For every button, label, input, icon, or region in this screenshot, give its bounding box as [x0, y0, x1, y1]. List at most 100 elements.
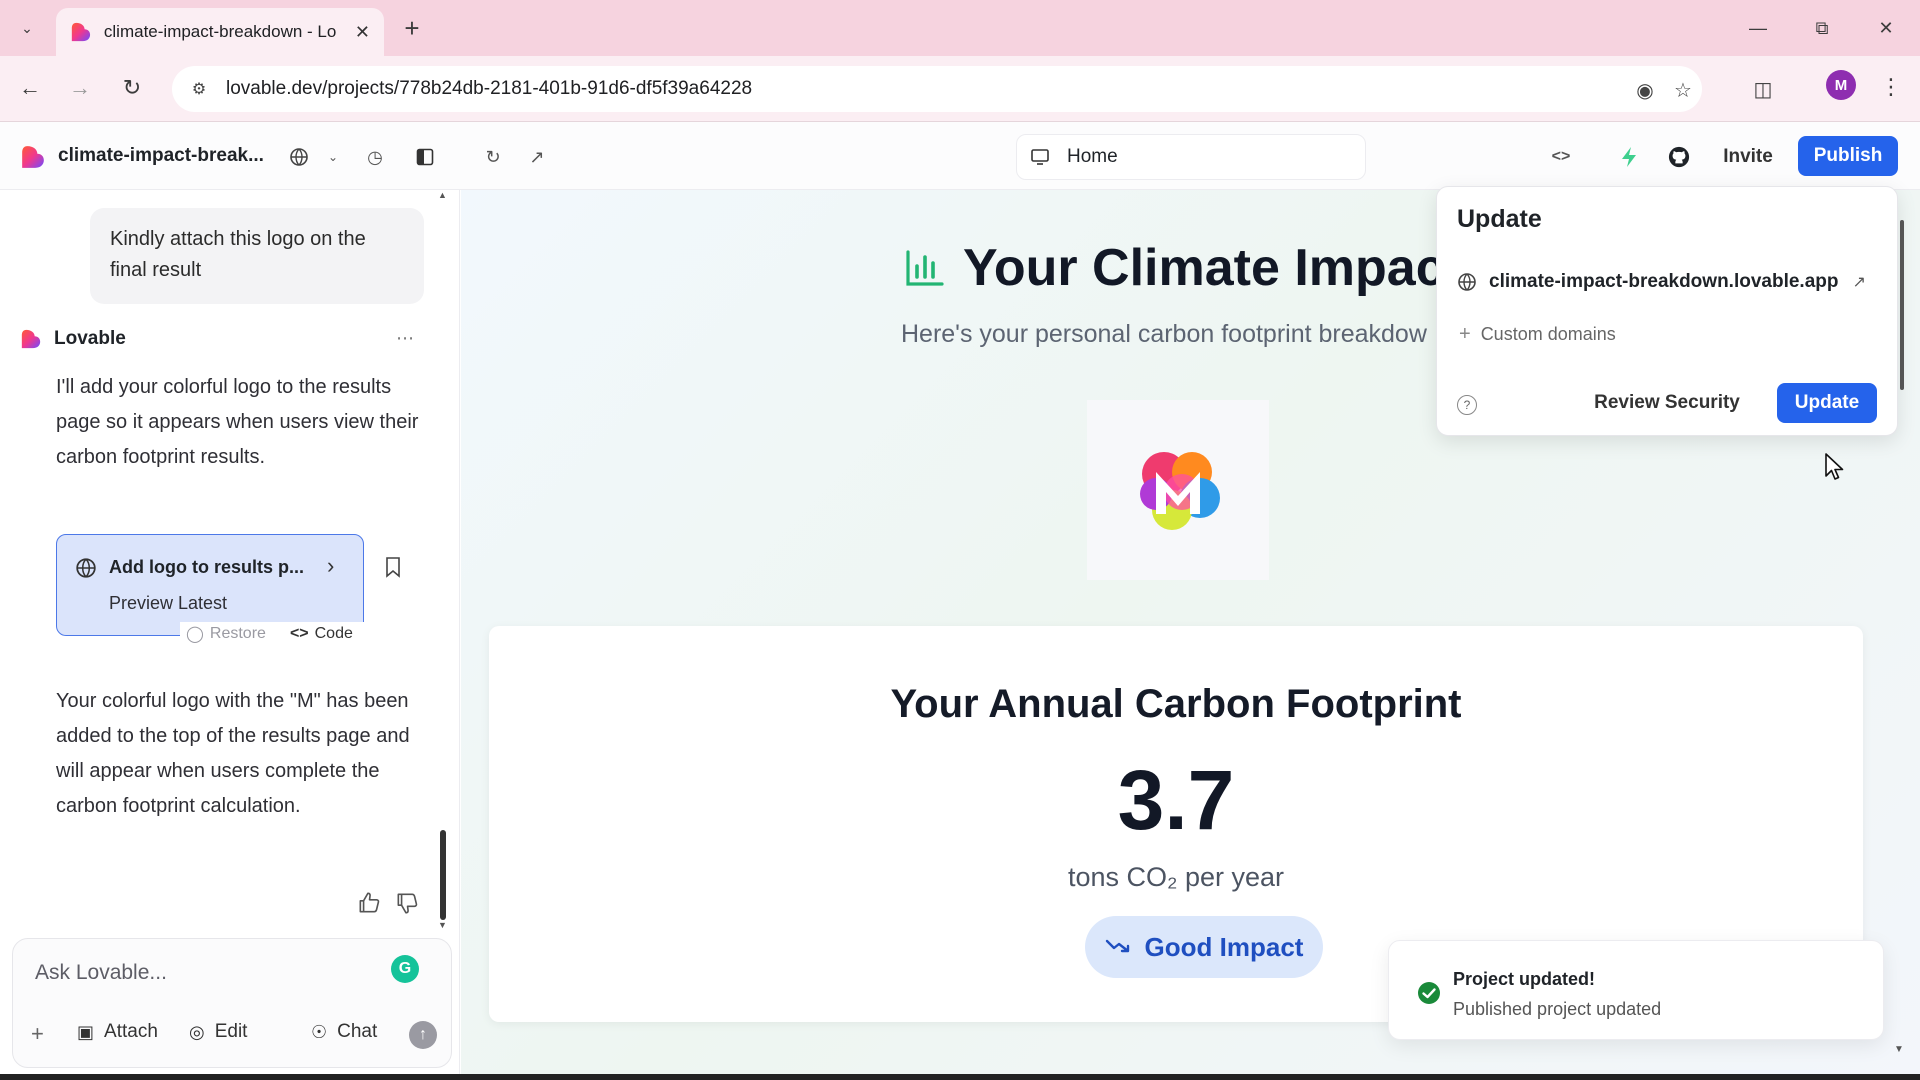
page-subtitle: Here's your personal carbon footprint br… [901, 320, 1427, 348]
assistant-name: Lovable [54, 328, 126, 349]
browser-menu-icon[interactable]: ⋮ [1876, 70, 1906, 104]
taskbar-edge [0, 1074, 1920, 1080]
chat-label: Chat [337, 1021, 378, 1042]
extensions-icon[interactable]: ◫ [1750, 76, 1776, 102]
preview-scrollbar[interactable] [1900, 220, 1904, 390]
footprint-value: 3.7 [1117, 753, 1235, 847]
check-circle-icon [1418, 982, 1440, 1004]
close-window-icon[interactable]: ✕ [1868, 10, 1904, 46]
project-name[interactable]: climate-impact-break... [58, 145, 264, 167]
code-view-icon[interactable]: <> [1546, 142, 1576, 172]
uploaded-logo [1087, 400, 1269, 580]
edit-label: Edit [214, 1021, 248, 1042]
monitor-icon [1031, 149, 1049, 165]
globe-icon [1458, 273, 1476, 291]
bookmark-icon[interactable] [384, 556, 402, 578]
help-icon[interactable]: ? [1457, 395, 1477, 415]
supabase-bolt-icon[interactable] [1614, 142, 1644, 172]
reload-icon[interactable]: ↻ [114, 70, 150, 106]
version-actions: ◯ Restore <> Code [180, 622, 383, 646]
preview-scroll-down-arrow[interactable]: ▼ [1894, 1044, 1904, 1055]
minimize-icon[interactable]: — [1740, 10, 1776, 46]
toast-description: Published project updated [1453, 999, 1662, 1019]
history-icon[interactable]: ◷ [360, 142, 390, 172]
custom-domains-label: Custom domains [1480, 324, 1616, 344]
profile-avatar[interactable]: M [1826, 70, 1856, 100]
popover-title: Update [1457, 205, 1542, 233]
assistant-message: I'll add your colorful logo to the resul… [56, 376, 419, 468]
scroll-down-arrow[interactable]: ▼ [438, 920, 447, 930]
assistant-message: Your colorful logo with the "M" has been… [56, 690, 410, 817]
code-button[interactable]: <> Code [290, 625, 353, 643]
bar-chart-icon [906, 250, 944, 286]
ask-input[interactable] [35, 955, 375, 991]
invite-button[interactable]: Invite [1704, 138, 1792, 176]
app-header: climate-impact-break... ⌄ ◷ ↻ ↗ Home <> … [0, 122, 1920, 190]
address-toolbar: ← → ↻ ⚙ lovable.dev/projects/778b24db-21… [0, 56, 1920, 122]
chat-scrollbar[interactable] [440, 830, 446, 920]
lightbulb-icon: ☉ [311, 1021, 328, 1042]
globe-icon[interactable] [284, 142, 314, 172]
more-options-icon[interactable]: ⋯ [396, 328, 414, 349]
sidebar-toggle-icon[interactable] [410, 142, 440, 172]
thumbs-down-icon[interactable] [394, 890, 420, 916]
back-icon[interactable]: ← [12, 70, 48, 106]
version-card[interactable]: Add logo to results p... › Preview Lates… [56, 534, 364, 636]
impact-label: Good Impact [1144, 931, 1304, 962]
url-text: lovable.dev/projects/778b24db-2181-401b-… [226, 78, 753, 99]
external-link-icon[interactable]: ↗ [1852, 272, 1865, 292]
published-domain-row[interactable]: climate-impact-breakdown.lovable.app ↗ [1457, 271, 1877, 293]
m-logo-image [1140, 452, 1220, 530]
assistant-header: Lovable [20, 328, 420, 350]
image-icon: ▣ [77, 1021, 95, 1042]
forward-icon[interactable]: → [62, 70, 98, 106]
chat-panel: Kindly attach this logo on the final res… [0, 190, 460, 1080]
chevron-right-icon[interactable]: › [327, 553, 334, 579]
eye-off-icon[interactable]: ◉ [1632, 77, 1658, 103]
lovable-avatar-icon [21, 329, 41, 349]
scroll-up-arrow[interactable]: ▲ [438, 190, 447, 200]
plus-icon: + [1459, 323, 1471, 345]
attach-button[interactable]: ▣ Attach [77, 1021, 158, 1043]
restore-window-icon[interactable]: ⧉ [1804, 10, 1840, 46]
publish-button[interactable]: Publish [1798, 136, 1898, 176]
bookmark-star-icon[interactable]: ☆ [1670, 77, 1696, 103]
omnibox[interactable]: ⚙ lovable.dev/projects/778b24db-2181-401… [172, 66, 1702, 112]
send-icon[interactable]: ↑ [409, 1021, 437, 1049]
chevron-down-icon[interactable]: ⌄ [318, 142, 348, 172]
toast-title: Project updated! [1453, 969, 1596, 989]
page-selector-label: Home [1067, 146, 1118, 167]
tab-close-icon[interactable]: ✕ [355, 22, 370, 43]
thumbs-up-icon[interactable] [356, 890, 382, 916]
page-title: Your Climate Impact [963, 239, 1462, 297]
update-button[interactable]: Update [1777, 383, 1877, 423]
review-security-button[interactable]: Review Security [1587, 383, 1747, 423]
edit-button[interactable]: ◎ Edit [189, 1021, 247, 1043]
browser-tab-bar: ⌄ climate-impact-breakdown - Lo ✕ + — ⧉ … [0, 0, 1920, 56]
grammarly-icon[interactable]: G [391, 955, 419, 983]
published-domain[interactable]: climate-impact-breakdown.lovable.app [1489, 271, 1838, 293]
browser-tab[interactable]: climate-impact-breakdown - Lo ✕ [56, 8, 384, 56]
lovable-logo-icon[interactable] [20, 144, 46, 170]
card-title: Your Annual Carbon Footprint [890, 682, 1462, 726]
page-selector[interactable]: Home [1016, 134, 1366, 180]
refresh-preview-icon[interactable]: ↻ [478, 142, 508, 172]
new-tab-icon[interactable]: + [396, 12, 428, 44]
lovable-favicon-icon [71, 22, 91, 42]
attach-label: Attach [104, 1021, 158, 1042]
hero-title: Your Climate Impact [905, 238, 1462, 298]
impact-badge: Good Impact [1085, 916, 1323, 978]
target-icon: ◎ [189, 1021, 205, 1042]
globe-icon [76, 558, 96, 578]
open-external-icon[interactable]: ↗ [522, 142, 552, 172]
restore-button[interactable]: ◯ Restore [186, 624, 266, 644]
add-icon[interactable]: + [31, 1021, 44, 1047]
preview-latest-link[interactable]: Preview Latest [109, 593, 227, 614]
github-icon[interactable] [1664, 142, 1694, 172]
site-settings-icon[interactable]: ⚙ [188, 78, 210, 100]
tab-search-chevron-icon[interactable]: ⌄ [8, 12, 46, 44]
custom-domains-link[interactable]: + Custom domains [1459, 323, 1616, 346]
chat-mode-button[interactable]: ☉ Chat [311, 1021, 377, 1043]
trending-down-icon [1105, 934, 1131, 960]
footprint-unit: tons CO₂ per year [1067, 862, 1285, 892]
